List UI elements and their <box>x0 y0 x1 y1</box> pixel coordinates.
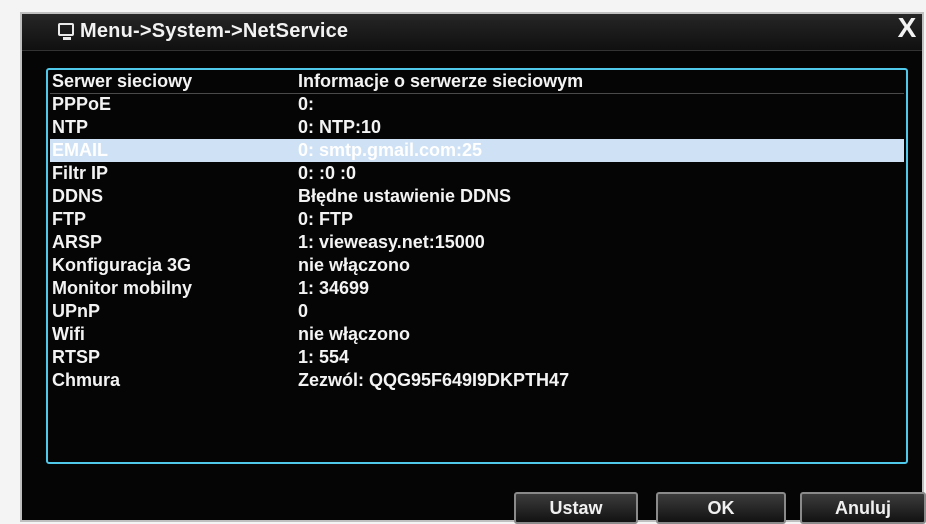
table-row-selected[interactable]: EMAIL 0: smtp.gmail.com:25 <box>50 139 904 162</box>
row-info: 0 <box>298 301 309 321</box>
title-bar: Menu->System->NetService X <box>22 14 922 51</box>
ok-button[interactable]: OK <box>656 492 786 524</box>
row-info: 0: NTP:10 <box>298 117 382 137</box>
table-row[interactable]: Monitor mobilny 1: 34699 <box>50 277 904 300</box>
table-row[interactable]: FTP 0: FTP <box>50 208 904 231</box>
row-name: Wifi <box>52 324 85 344</box>
window-title: Menu->System->NetService <box>80 20 349 42</box>
row-name: Filtr IP <box>52 163 109 183</box>
table-header: Serwer sieciowy Informacje o serwerze si… <box>50 70 904 94</box>
row-name: RTSP <box>52 347 101 367</box>
header-server: Serwer sieciowy <box>52 71 193 91</box>
row-info: Błędne ustawienie DDNS <box>298 186 512 206</box>
netservice-table: Serwer sieciowy Informacje o serwerze si… <box>46 68 908 464</box>
row-name: DDNS <box>52 186 104 206</box>
row-info: 0: FTP <box>298 209 354 229</box>
row-name: Chmura <box>52 370 121 390</box>
row-name: FTP <box>52 209 86 229</box>
set-button[interactable]: Ustaw <box>514 492 638 524</box>
table-row[interactable]: NTP 0: NTP:10 <box>50 116 904 139</box>
table-row[interactable]: Konfiguracja 3G nie włączono <box>50 254 904 277</box>
table-row[interactable]: Filtr IP 0: :0 :0 <box>50 162 904 185</box>
row-info: Zezwól: QQG95F649I9DKPTH47 <box>298 370 570 390</box>
table-row[interactable]: DDNS Błędne ustawienie DDNS <box>50 185 904 208</box>
close-icon[interactable]: X <box>893 14 921 42</box>
cancel-button[interactable]: Anuluj <box>800 492 926 524</box>
row-info: nie włączono <box>298 324 411 344</box>
row-name: Konfiguracja 3G <box>52 255 192 275</box>
header-info: Informacje o serwerze sieciowym <box>298 71 584 91</box>
row-info: nie włączono <box>298 255 411 275</box>
row-name: PPPoE <box>52 94 112 114</box>
table-row[interactable]: Chmura Zezwól: QQG95F649I9DKPTH47 <box>50 369 904 392</box>
row-name: ARSP <box>52 232 103 252</box>
row-info: 1: 34699 <box>298 278 370 298</box>
row-name: EMAIL <box>52 140 108 160</box>
monitor-icon <box>58 23 74 40</box>
table-row[interactable]: ARSP 1: vieweasy.net:15000 <box>50 231 904 254</box>
row-info: 0: smtp.gmail.com:25 <box>298 140 483 160</box>
row-name: UPnP <box>52 301 101 321</box>
row-name: NTP <box>52 117 88 137</box>
table-row[interactable]: Wifi nie włączono <box>50 323 904 346</box>
netservice-window: Menu->System->NetService X Serwer siecio… <box>20 12 926 524</box>
table-row[interactable]: UPnP 0 <box>50 300 904 323</box>
row-info: 1: 554 <box>298 347 350 367</box>
row-name: Monitor mobilny <box>52 278 192 298</box>
table-row[interactable]: RTSP 1: 554 <box>50 346 904 369</box>
table-row[interactable]: PPPoE 0: <box>50 93 904 116</box>
row-info: 0: :0 :0 <box>298 163 357 183</box>
row-info: 0: <box>298 94 315 114</box>
row-info: 1: vieweasy.net:15000 <box>298 232 485 252</box>
